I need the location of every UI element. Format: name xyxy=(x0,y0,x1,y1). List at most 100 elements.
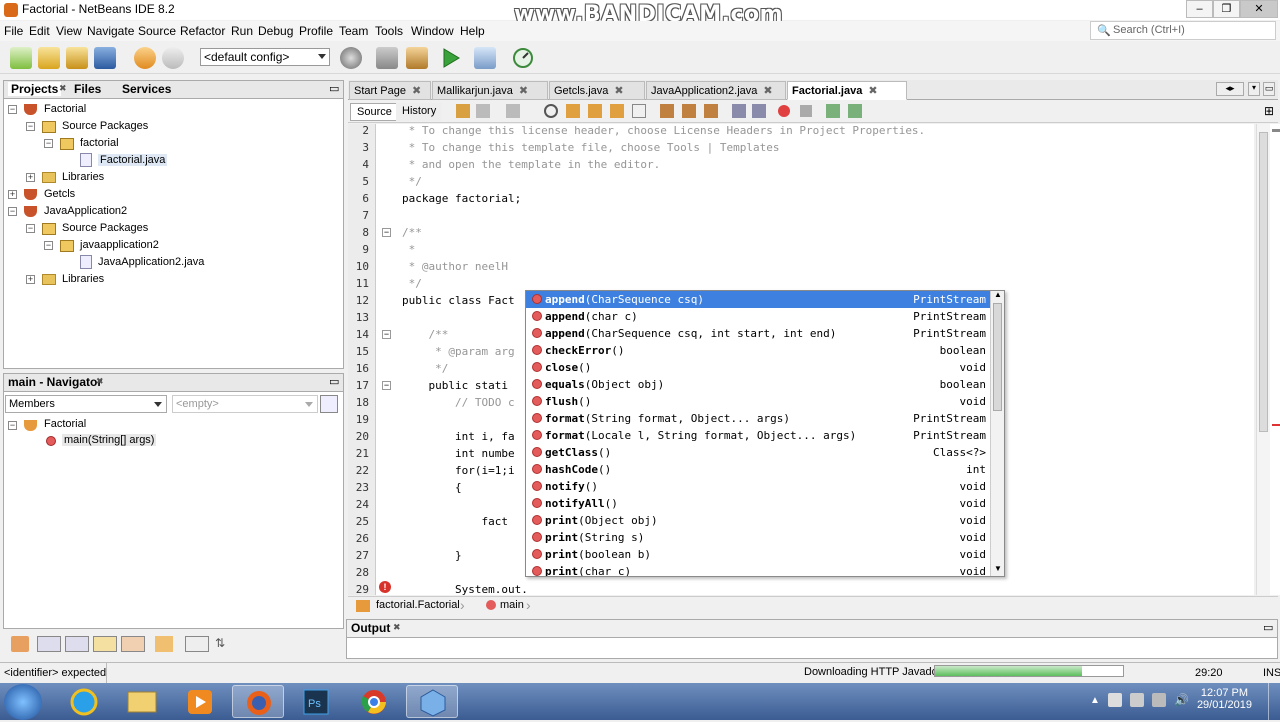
forward-icon[interactable] xyxy=(506,104,520,118)
taskbar-ie-icon[interactable] xyxy=(58,685,110,718)
tab-factorial-java[interactable]: Factorial.java ✖ xyxy=(787,81,907,100)
fold-icon[interactable]: − xyxy=(382,228,391,237)
editor-scrollbar[interactable] xyxy=(1256,124,1270,595)
new-project-icon[interactable] xyxy=(38,47,60,69)
completion-item[interactable]: print(Object obj) void xyxy=(526,512,992,529)
tab-javaapplication2-java[interactable]: JavaApplication2.java ✖ xyxy=(646,81,786,100)
menu-team[interactable]: Team xyxy=(339,24,368,38)
menu-debug[interactable]: Debug xyxy=(258,24,293,38)
menu-source[interactable]: Source xyxy=(138,24,176,38)
minimize-panel-icon[interactable]: ▭ xyxy=(1263,621,1273,634)
collapse-icon[interactable]: − xyxy=(8,207,17,216)
menu-run[interactable]: Run xyxy=(231,24,253,38)
completion-item[interactable]: equals(Object obj) boolean xyxy=(526,376,992,393)
tree-item-javaapplication2[interactable]: JavaApplication2 xyxy=(44,205,127,217)
completion-item[interactable]: hashCode() int xyxy=(526,461,992,478)
navigator-options-icon[interactable] xyxy=(320,395,338,413)
completion-item[interactable]: print(boolean b) void xyxy=(526,546,992,563)
package-icon[interactable] xyxy=(155,636,173,652)
menu-tools[interactable]: Tools xyxy=(375,24,403,38)
tray-network-icon[interactable] xyxy=(1108,693,1122,707)
tree-item-libraries-2[interactable]: Libraries xyxy=(62,273,104,285)
error-stripe-mark[interactable] xyxy=(1272,424,1280,426)
completion-item[interactable]: format(Locale l, String format, Object..… xyxy=(526,427,992,444)
toggle-bookmark-icon[interactable] xyxy=(704,104,718,118)
close-icon[interactable]: ✖ xyxy=(393,622,401,633)
tab-mallikarjun-java[interactable]: Mallikarjun.java ✖ xyxy=(432,81,548,100)
scrollbar-thumb[interactable] xyxy=(1259,132,1268,432)
tree-item-factorial[interactable]: Factorial xyxy=(44,103,86,115)
menu-window[interactable]: Window xyxy=(411,24,454,38)
taskbar-firefox-icon[interactable] xyxy=(232,685,284,718)
menu-refactor[interactable]: Refactor xyxy=(180,24,225,38)
menu-view[interactable]: View xyxy=(56,24,82,38)
tab-list-icon[interactable]: ▾ xyxy=(1248,82,1260,96)
prev-bookmark-icon[interactable] xyxy=(660,104,674,118)
collapse-icon[interactable]: − xyxy=(44,241,53,250)
error-icon[interactable]: ! xyxy=(379,581,391,593)
tray-power-icon[interactable] xyxy=(1152,693,1166,707)
start-button-icon[interactable] xyxy=(4,684,42,720)
tree-item-package-javaapplication2[interactable]: javaapplication2 xyxy=(80,239,159,251)
history-button[interactable]: History xyxy=(396,103,443,121)
navigator-title[interactable]: main - Navigator xyxy=(8,375,102,389)
taskbar-netbeans-icon[interactable] xyxy=(406,685,458,718)
completion-item[interactable]: close() void xyxy=(526,359,992,376)
filter-icon[interactable] xyxy=(11,636,29,652)
sort-desc-icon[interactable]: ⇅ xyxy=(215,636,233,652)
scrollbar-thumb[interactable] xyxy=(993,303,1002,411)
taskbar-media-player-icon[interactable] xyxy=(174,685,226,718)
minimize-panel-icon[interactable]: ▭ xyxy=(329,375,339,388)
toggle-highlight-icon[interactable] xyxy=(610,104,624,118)
completion-item[interactable]: append(CharSequence csq) PrintStream xyxy=(526,291,992,308)
completion-item[interactable]: getClass() Class<?> xyxy=(526,444,992,461)
split-editor-icon[interactable]: ⊞ xyxy=(1264,104,1276,118)
breadcrumb-class[interactable]: factorial.Factorial xyxy=(376,599,460,611)
run-icon[interactable] xyxy=(440,47,462,69)
taskbar-chrome-icon[interactable] xyxy=(348,685,400,718)
stop-macro-icon[interactable] xyxy=(800,105,812,117)
close-icon[interactable]: ✖ xyxy=(412,85,421,97)
menu-help[interactable]: Help xyxy=(460,24,485,38)
comment-icon[interactable] xyxy=(826,104,840,118)
tray-flag-icon[interactable] xyxy=(1130,693,1144,707)
close-icon[interactable]: ✖ xyxy=(763,85,772,97)
expand-icon[interactable]: + xyxy=(26,275,35,284)
breadcrumb-method[interactable]: main xyxy=(500,599,524,611)
close-button[interactable]: ✕ xyxy=(1240,0,1278,18)
chevron-down-icon[interactable]: ▼ xyxy=(994,564,1002,573)
tray-expand-icon[interactable]: ▲ xyxy=(1090,695,1100,706)
collapse-icon[interactable]: − xyxy=(26,224,35,233)
expand-icon[interactable]: + xyxy=(26,173,35,182)
taskbar-explorer-icon[interactable] xyxy=(116,685,168,718)
collapse-icon[interactable]: − xyxy=(8,421,17,430)
members-select[interactable]: Members xyxy=(5,395,167,413)
back-icon[interactable] xyxy=(476,104,490,118)
completion-item[interactable]: append(char c) PrintStream xyxy=(526,308,992,325)
tree-item-javaapplication2-java[interactable]: JavaApplication2.java xyxy=(98,256,204,268)
save-all-icon[interactable] xyxy=(94,47,116,69)
completion-item[interactable]: flush() void xyxy=(526,393,992,410)
debug-icon[interactable] xyxy=(474,47,496,69)
tray-volume-icon[interactable]: 🔊 xyxy=(1174,693,1189,707)
start-macro-icon[interactable] xyxy=(778,105,790,117)
tab-getcls-java[interactable]: Getcls.java ✖ xyxy=(549,81,645,100)
chevron-up-icon[interactable]: ▲ xyxy=(994,291,1002,299)
view-toggle-icon[interactable] xyxy=(37,636,61,652)
menu-navigate[interactable]: Navigate xyxy=(87,24,134,38)
maximize-button[interactable]: ❐ xyxy=(1213,0,1240,18)
menu-edit[interactable]: Edit xyxy=(29,24,50,38)
completion-item[interactable]: format(String format, Object... args) Pri… xyxy=(526,410,992,427)
undo-icon[interactable] xyxy=(134,47,156,69)
minimize-panel-icon[interactable]: ▭ xyxy=(329,82,339,95)
completion-item[interactable]: notifyAll() void xyxy=(526,495,992,512)
collapse-icon[interactable]: − xyxy=(8,105,17,114)
maximize-editor-icon[interactable]: ▭ xyxy=(1263,82,1275,96)
globe-icon[interactable] xyxy=(340,47,362,69)
tree-item-factorial-java[interactable]: Factorial.java xyxy=(98,154,168,166)
navigator-item-main[interactable]: main(String[] args) xyxy=(62,434,157,446)
find-next-icon[interactable] xyxy=(588,104,602,118)
completion-item[interactable]: append(CharSequence csq, int start, int … xyxy=(526,325,992,342)
sort-alpha-icon[interactable] xyxy=(185,636,209,652)
collapse-icon[interactable]: − xyxy=(26,122,35,131)
